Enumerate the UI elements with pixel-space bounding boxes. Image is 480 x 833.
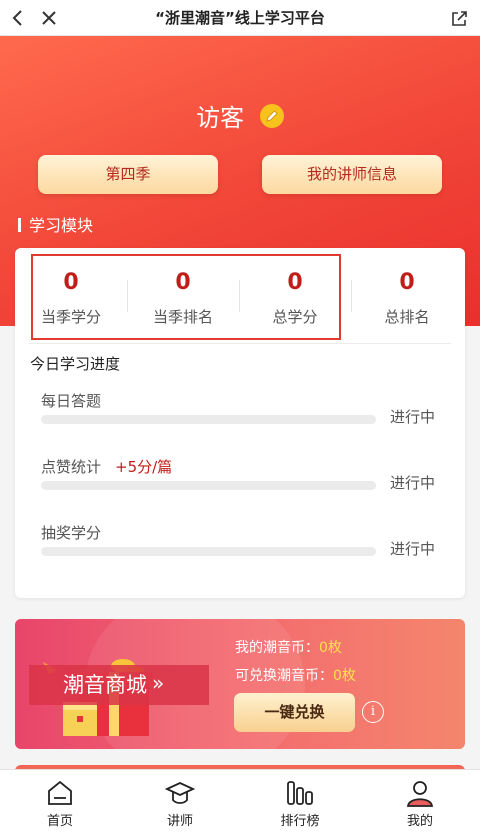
progress-item-label: 点赞统计 (41, 458, 102, 476)
edit-profile-button[interactable] (259, 103, 284, 128)
daily-progress-title: 今日学习进度 (30, 355, 121, 373)
tab-label: 讲师 (166, 814, 193, 829)
back-arrow-icon (12, 10, 22, 26)
my-coins: 我的潮音币：0枚 (235, 637, 342, 657)
my-coins-label: 我的潮音币： (235, 640, 319, 656)
progress-bar (41, 415, 376, 424)
tab-label: 我的 (406, 814, 433, 829)
section-title-text: 学习模块 (29, 216, 94, 235)
close-icon (42, 11, 56, 25)
top-navigation-bar: “浙里潮音”线上学习平台 (0, 0, 480, 36)
ranking-bars-icon (287, 781, 313, 805)
pencil-icon (266, 109, 278, 122)
redeemable-coins: 可兑换潮音币：0枚 (235, 665, 356, 685)
tab-home[interactable]: 首页 (0, 770, 120, 833)
mall-title[interactable]: 潮音商城 (63, 669, 147, 699)
redeemable-coins-value: 0枚 (333, 668, 356, 684)
back-button[interactable] (6, 4, 32, 32)
progress-item-label: 每日答题 (41, 392, 102, 410)
progress-item-likes[interactable]: 点赞统计 +5分/篇 进行中 (41, 456, 441, 506)
teacher-info-button[interactable]: 我的讲师信息 (262, 155, 442, 194)
progress-item-daily-quiz[interactable]: 每日答题 进行中 (41, 390, 441, 440)
progress-item-lottery[interactable]: 抽奖学分 进行中 (41, 522, 441, 572)
info-icon[interactable]: i (362, 701, 384, 723)
graduation-cap-icon (165, 782, 195, 804)
my-coins-value: 0枚 (319, 640, 342, 656)
progress-status: 进行中 (390, 408, 436, 426)
stat-label: 总排名 (384, 308, 430, 326)
tab-label: 首页 (46, 814, 73, 829)
redeemable-coins-label: 可兑换潮音币： (235, 668, 333, 684)
mall-arrow-icon[interactable]: » (152, 671, 164, 695)
share-icon (452, 11, 467, 26)
tab-teacher[interactable]: 讲师 (120, 770, 240, 833)
profile-name-row: 访客 (0, 98, 480, 133)
progress-item-reward: +5分/篇 (115, 458, 173, 476)
progress-status: 进行中 (390, 540, 436, 558)
page-title: “浙里潮音”线上学习平台 (155, 9, 325, 27)
tab-label: 排行榜 (280, 814, 320, 829)
highlight-frame (31, 254, 341, 340)
close-button[interactable] (36, 4, 62, 32)
divider (29, 343, 451, 344)
progress-item-label: 抽奖学分 (41, 524, 102, 542)
section-title: 学习模块 (18, 215, 93, 237)
progress-bar (41, 481, 376, 490)
tab-ranking[interactable]: 排行榜 (240, 770, 360, 833)
progress-status: 进行中 (390, 474, 436, 492)
share-button[interactable] (446, 4, 472, 32)
redeem-button[interactable]: 一键兑换 (234, 693, 355, 732)
tab-mine[interactable]: 我的 (360, 770, 480, 833)
progress-bar (41, 547, 376, 556)
bottom-tab-bar: 首页 讲师 排行榜 我的 (0, 769, 480, 833)
user-icon (406, 781, 434, 807)
username: 访客 (196, 104, 245, 132)
study-module-card: 0 当季学分 0 当季排名 0 总学分 0 总排名 今日学习进度 每日答题 进行… (15, 248, 465, 598)
season-button[interactable]: 第四季 (38, 155, 218, 194)
score-stats: 0 当季学分 0 当季排名 0 总学分 0 总排名 (15, 248, 465, 340)
home-icon (48, 780, 72, 805)
mall-banner: 潮音商城 » 我的潮音币：0枚 可兑换潮音币：0枚 一键兑换 i (15, 619, 465, 749)
stat-total-rank[interactable]: 0 总排名 (351, 248, 463, 340)
section-title-bar (18, 218, 21, 232)
stat-value: 0 (399, 270, 415, 295)
